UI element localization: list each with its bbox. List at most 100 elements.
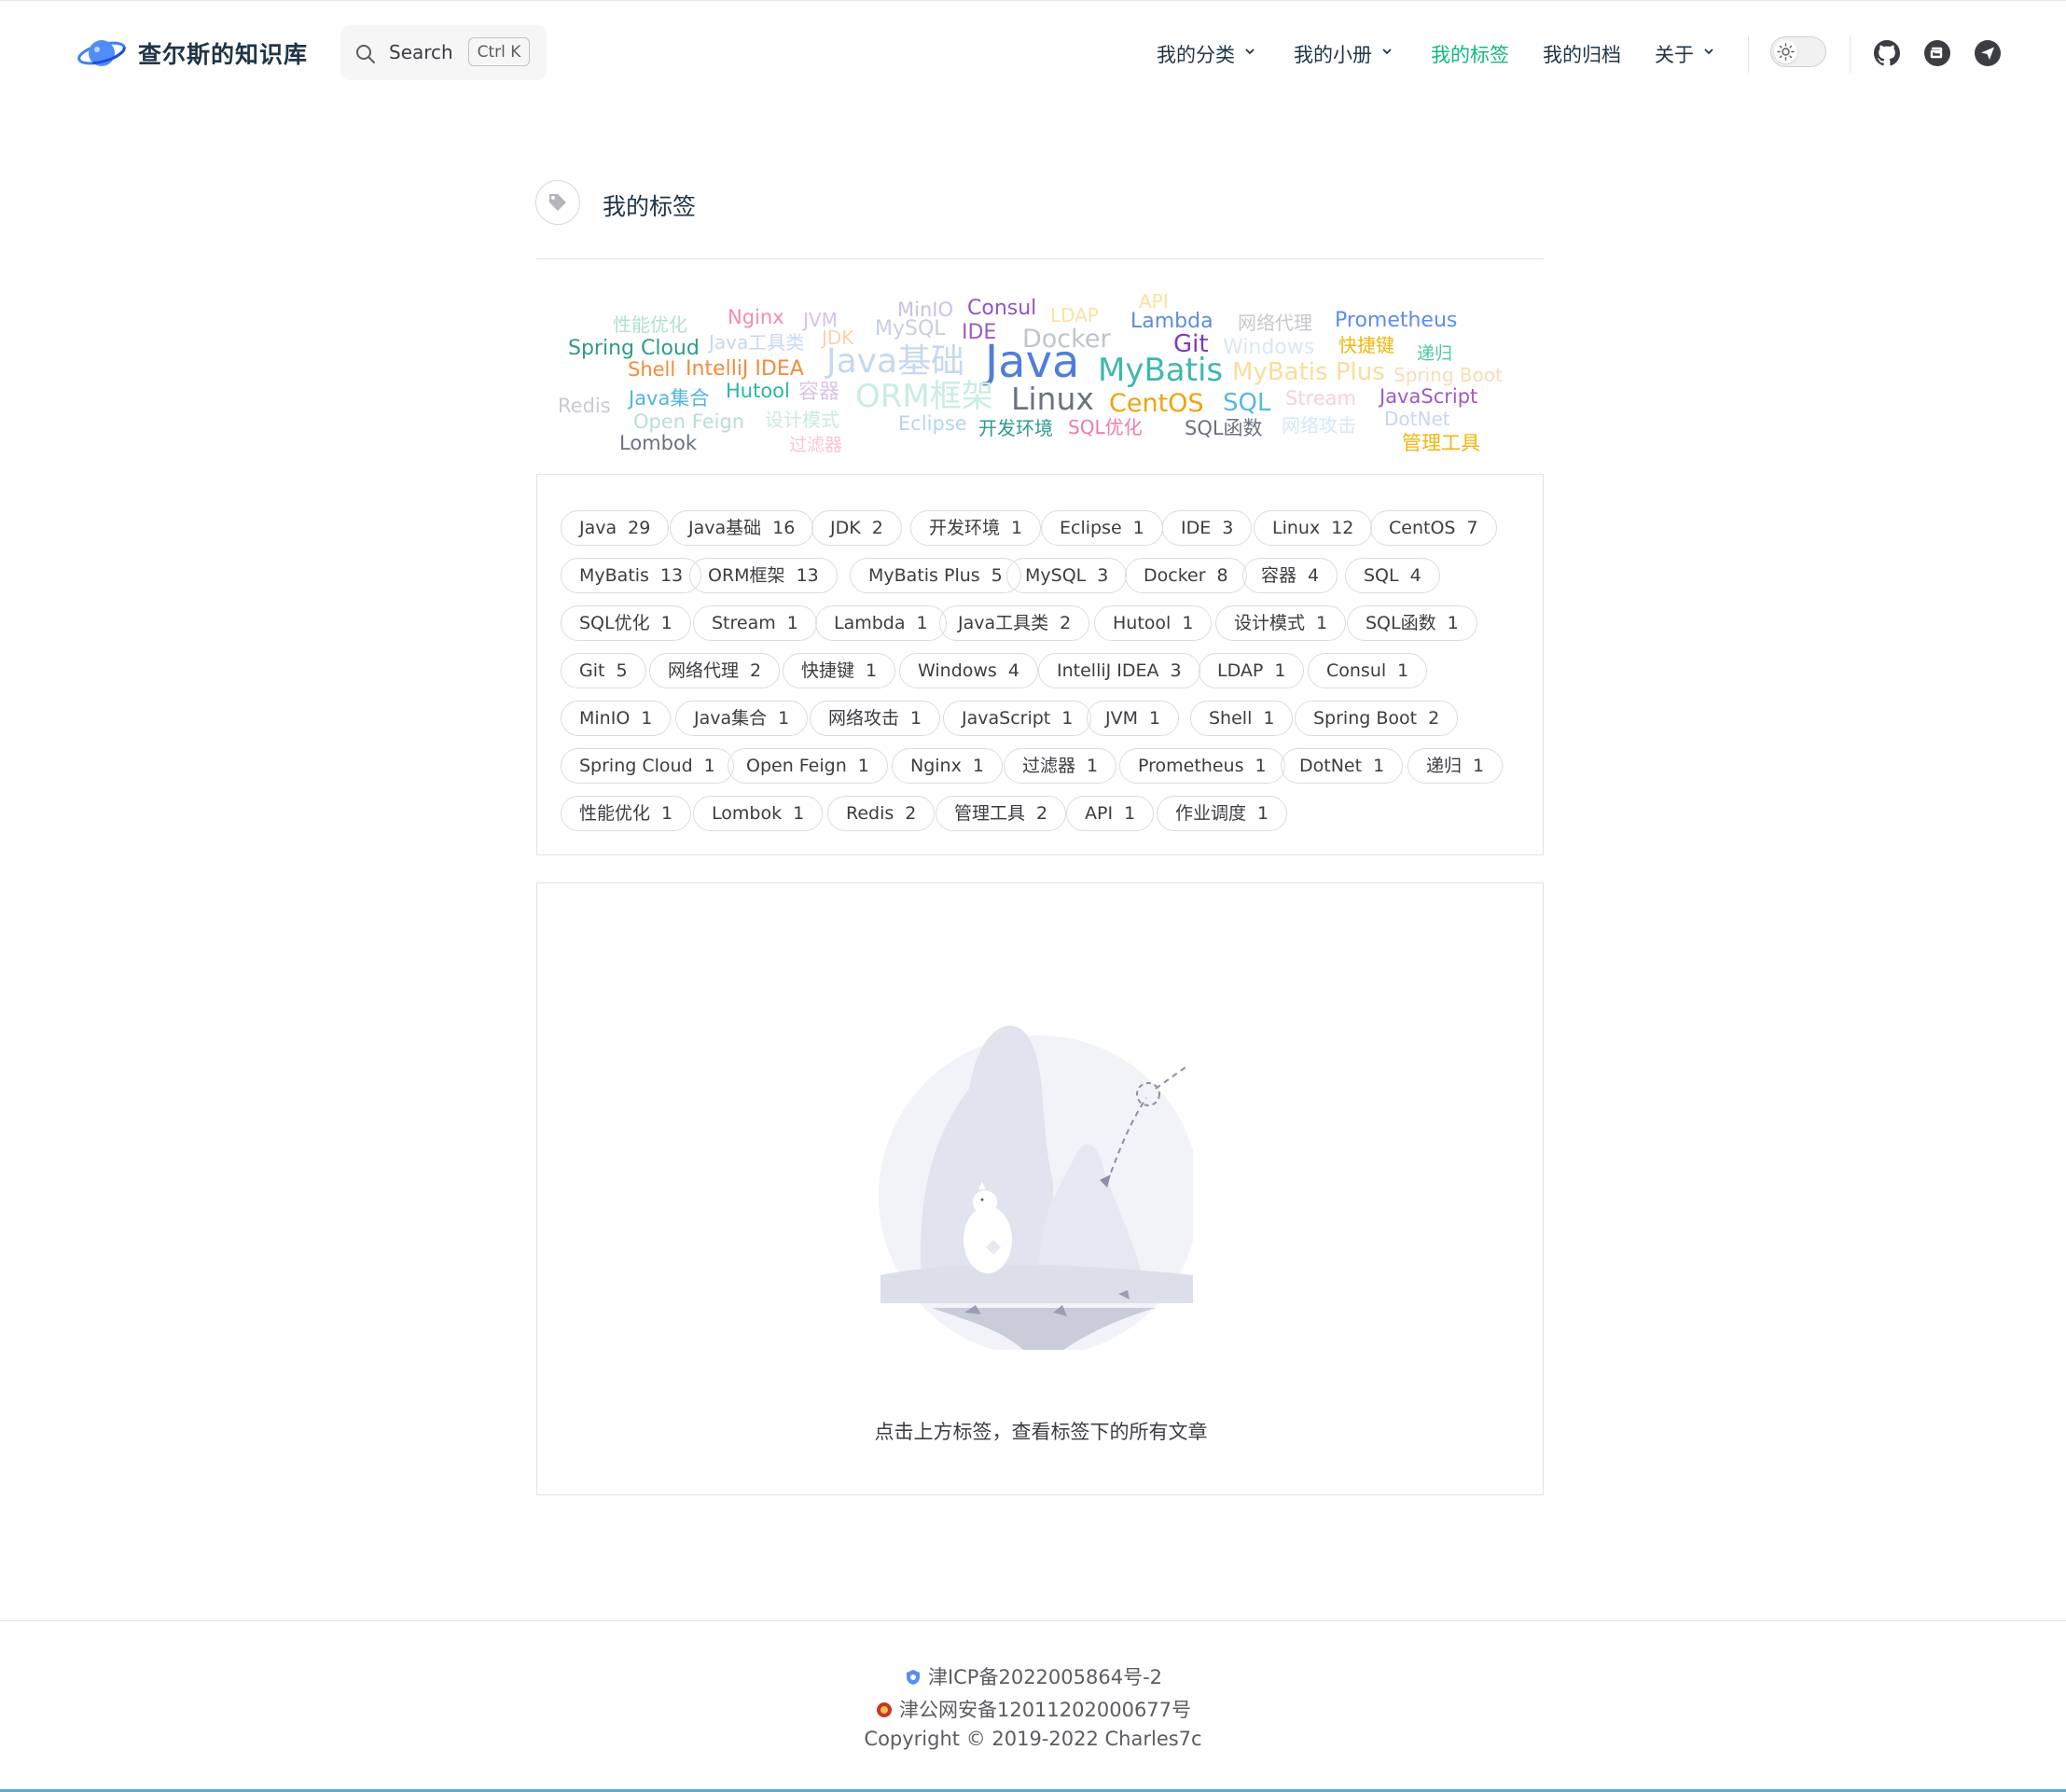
cloud-word[interactable]: Java [985, 340, 1079, 384]
cloud-word[interactable]: 开发环境 [978, 419, 1053, 438]
tag-chip[interactable]: Redis 2 [827, 796, 936, 831]
tag-chip[interactable]: Docker 8 [1125, 558, 1247, 593]
tag-chip[interactable]: API 1 [1066, 796, 1155, 831]
cloud-word[interactable]: Redis [558, 396, 611, 416]
cloud-word[interactable]: 性能优化 [613, 315, 687, 334]
tag-chip[interactable]: 作业调度 1 [1157, 796, 1288, 831]
logo-planet-icon[interactable] [76, 33, 127, 74]
tag-chip[interactable]: Eclipse 1 [1041, 510, 1163, 546]
cloud-word[interactable]: CentOS [1109, 391, 1204, 416]
cloud-word[interactable]: LDAP [1050, 306, 1099, 325]
cloud-word[interactable]: MyBatis [1098, 354, 1223, 386]
cloud-word[interactable]: Java集合 [629, 389, 709, 409]
cloud-word[interactable]: Stream [1285, 389, 1356, 409]
tag-chip[interactable]: IntelliJ IDEA 3 [1038, 653, 1200, 688]
tag-chip[interactable]: SQL函数 1 [1347, 605, 1477, 641]
tag-chip[interactable]: Shell 1 [1190, 701, 1294, 736]
cloud-word[interactable]: Java基础 [826, 345, 964, 379]
tag-chip[interactable]: MyBatis 13 [561, 558, 702, 593]
tag-chip[interactable]: 快捷键 1 [783, 653, 896, 688]
tag-chip[interactable]: JavaScript 1 [943, 701, 1092, 736]
cloud-word[interactable]: IntelliJ IDEA [686, 359, 804, 380]
cloud-word[interactable]: 快捷键 [1338, 336, 1394, 354]
cloud-word[interactable]: Nginx [728, 308, 784, 327]
tag-chip[interactable]: Linux 12 [1254, 510, 1373, 546]
tag-chip[interactable]: DotNet 1 [1281, 748, 1404, 784]
tag-chip[interactable]: CentOS 7 [1370, 510, 1497, 546]
tag-chip[interactable]: 容器 4 [1242, 558, 1338, 593]
cloud-word[interactable]: Windows [1223, 338, 1314, 358]
tag-chip[interactable]: Java基础 16 [670, 510, 814, 546]
cloud-word[interactable]: Linux [1011, 383, 1094, 414]
cloud-word[interactable]: Spring Boot [1394, 366, 1503, 384]
tag-chip[interactable]: Java 29 [561, 510, 670, 546]
tag-chip[interactable]: 递归 1 [1407, 748, 1504, 784]
tag-chip[interactable]: Hutool 1 [1094, 605, 1213, 641]
cloud-word[interactable]: 过滤器 [789, 437, 842, 454]
tag-chip[interactable]: JVM 1 [1087, 701, 1180, 736]
cloud-word[interactable]: API [1139, 292, 1169, 311]
tag-chip[interactable]: 网络代理 2 [649, 653, 781, 688]
tag-chip[interactable]: Nginx 1 [892, 748, 1003, 784]
tag-chip[interactable]: Java集合 1 [675, 701, 809, 736]
cloud-word[interactable]: DotNet [1384, 410, 1450, 428]
cloud-word[interactable]: Shell [628, 360, 675, 380]
cloud-word[interactable]: Spring Cloud [568, 339, 700, 359]
cloud-word[interactable]: 容器 [798, 382, 839, 403]
tag-chip[interactable]: 过滤器 1 [1004, 748, 1117, 784]
tag-chip[interactable]: SQL 4 [1345, 558, 1440, 593]
tag-chip[interactable]: Spring Boot 2 [1295, 701, 1459, 736]
nav-my-tags[interactable]: 我的标签 [1431, 40, 1509, 68]
police-record-link[interactable]: 津公网安备12011202000677号 [0, 1695, 2066, 1723]
cloud-word[interactable]: JavaScript [1380, 387, 1477, 407]
cloud-word[interactable]: Java工具类 [709, 333, 804, 352]
tag-chip[interactable]: MySQL 3 [1006, 558, 1128, 593]
tag-chip[interactable]: 性能优化 1 [561, 796, 692, 831]
tag-chip[interactable]: SQL优化 1 [561, 605, 691, 641]
tag-chip[interactable]: JDK 2 [811, 510, 902, 546]
cloud-word[interactable]: Prometheus [1335, 311, 1457, 331]
tag-chip[interactable]: IDE 3 [1162, 510, 1253, 546]
cloud-word[interactable]: Lambda [1130, 312, 1213, 332]
tag-chip[interactable]: Stream 1 [693, 605, 817, 641]
tag-chip[interactable]: Windows 4 [899, 653, 1038, 688]
tag-chip[interactable]: LDAP 1 [1199, 653, 1305, 688]
tag-chip[interactable]: Open Feign 1 [728, 748, 888, 784]
cloud-word[interactable]: MySQL [875, 319, 946, 340]
send-icon[interactable] [1973, 38, 2003, 68]
tag-chip[interactable]: Consul 1 [1308, 653, 1428, 688]
cloud-word[interactable]: Lombok [619, 434, 697, 453]
tag-chip[interactable]: Java工具类 2 [939, 605, 1090, 641]
cloud-word[interactable]: ORM框架 [855, 381, 993, 412]
cloud-word[interactable]: Eclipse [898, 414, 967, 434]
site-title[interactable]: 查尔斯的知识库 [138, 36, 308, 70]
cloud-word[interactable]: 递归 [1417, 345, 1452, 363]
cloud-word[interactable]: 网络攻击 [1282, 416, 1356, 435]
cloud-word[interactable]: SQL [1223, 391, 1270, 415]
tag-chip[interactable]: Lambda 1 [815, 605, 947, 641]
cloud-word[interactable]: SQL函数 [1185, 419, 1263, 438]
cloud-word[interactable]: 设计模式 [765, 410, 839, 429]
cloud-word[interactable]: SQL优化 [1068, 418, 1143, 437]
cloud-word[interactable]: Hutool [726, 382, 790, 401]
search-button[interactable]: Search Ctrl K [340, 25, 547, 80]
tag-chip[interactable]: 设计模式 1 [1215, 605, 1347, 641]
tag-chip[interactable]: MinIO 1 [561, 701, 672, 736]
cloud-word[interactable]: 管理工具 [1402, 434, 1480, 453]
tag-chip[interactable]: Lombok 1 [693, 796, 824, 831]
nav-about[interactable]: 关于 [1655, 40, 1694, 68]
tag-chip[interactable]: 管理工具 2 [936, 796, 1067, 831]
cloud-word[interactable]: MyBatis Plus [1232, 360, 1385, 384]
cloud-word[interactable]: Consul [967, 299, 1036, 319]
cloud-word[interactable]: Open Feign [633, 412, 744, 432]
theme-toggle[interactable] [1770, 36, 1826, 67]
tag-chip[interactable]: 网络攻击 1 [810, 701, 941, 736]
tag-chip[interactable]: Prometheus 1 [1119, 748, 1285, 784]
nav-my-booklets[interactable]: 我的小册 [1294, 40, 1372, 68]
tag-chip[interactable]: 开发环境 1 [910, 510, 1042, 546]
tag-chip[interactable]: Spring Cloud 1 [561, 748, 734, 784]
tag-chip[interactable]: MyBatis Plus 5 [850, 558, 1021, 593]
nav-my-categories[interactable]: 我的分类 [1157, 40, 1235, 68]
tag-chip[interactable]: Git 5 [561, 653, 646, 688]
github-icon[interactable] [1872, 38, 1902, 68]
